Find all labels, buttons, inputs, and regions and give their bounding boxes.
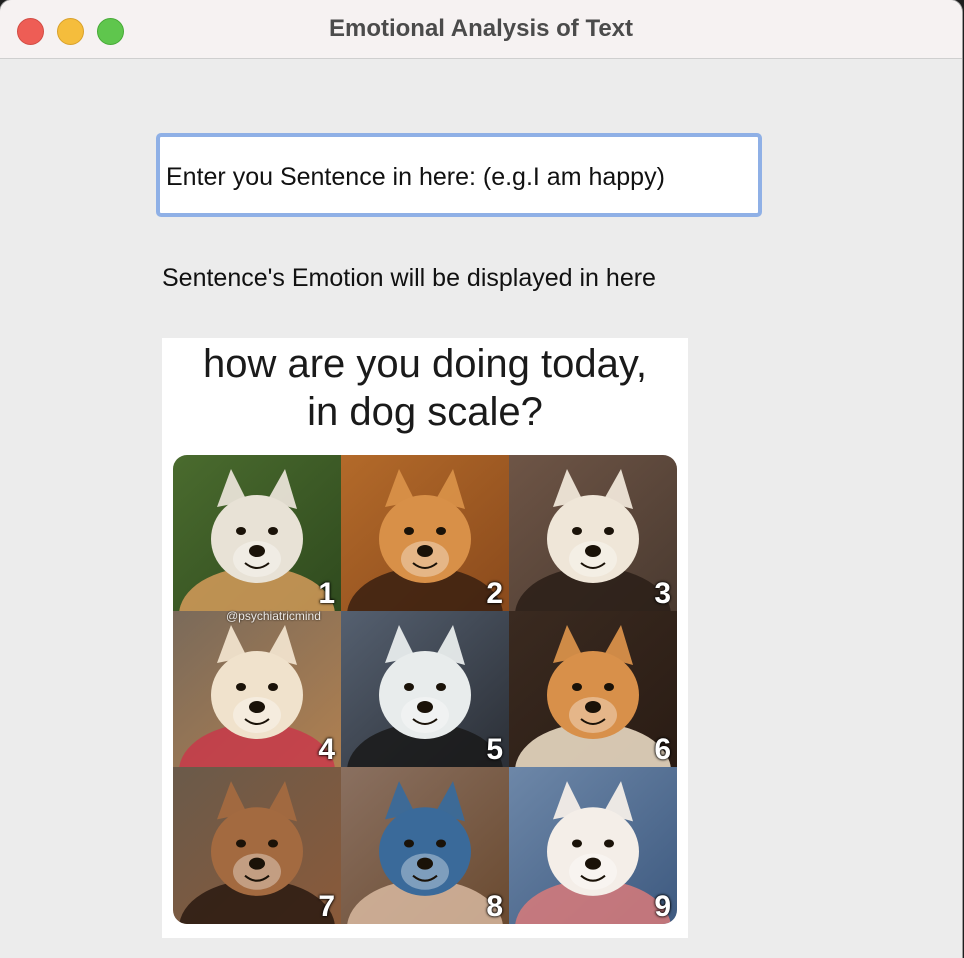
dog-photo [173, 611, 341, 767]
meme-title-line-2: in dog scale? [307, 390, 543, 434]
dog-photo-panel: 2 [341, 455, 509, 611]
dog-photo-panel: 4 [173, 611, 341, 767]
app-window: Emotional Analysis of Text Enter you Sen… [0, 0, 962, 958]
dog-photo-panel: 8 [341, 767, 509, 924]
dog-photo [509, 611, 677, 767]
dog-scale-meme-image: how are you doing today, in dog scale? 1… [162, 338, 688, 938]
dog-photo-panel: 1 [173, 455, 341, 611]
dog-photo [509, 455, 677, 611]
panel-number: 7 [318, 890, 335, 923]
dog-photo [341, 767, 509, 924]
dog-photo [173, 767, 341, 924]
panel-number: 3 [654, 577, 671, 610]
dog-photo-panel: 5 [341, 611, 509, 767]
meme-title: how are you doing today, in dog scale? [162, 340, 688, 436]
sentence-input[interactable] [160, 137, 758, 213]
panel-number: 1 [318, 577, 335, 610]
panel-number: 9 [654, 890, 671, 923]
dog-photo-panel: 7 [173, 767, 341, 924]
dog-photo-panel: 3 [509, 455, 677, 611]
dog-photo [341, 455, 509, 611]
dog-photo-grid: 1 2 3 4 5 6 7 8 9 [173, 455, 677, 924]
panel-number: 8 [486, 890, 503, 923]
meme-title-line-1: how are you doing today, [202, 342, 647, 386]
panel-number: 2 [486, 577, 503, 610]
sentence-input-frame[interactable]: Enter you Sentence in here: (e.g.I am ha… [156, 133, 762, 217]
dog-photo-panel: 6 [509, 611, 677, 767]
title-bar: Emotional Analysis of Text [0, 0, 962, 59]
window-title: Emotional Analysis of Text [328, 15, 634, 42]
panel-number: 5 [486, 733, 503, 766]
emotion-result-label: Sentence's Emotion will be displayed in … [162, 264, 656, 292]
dog-photo [341, 611, 509, 767]
dog-photo-panel: 9 [509, 767, 677, 924]
panel-number: 6 [654, 733, 671, 766]
dog-photo [509, 767, 677, 924]
dog-photo [173, 455, 341, 611]
meme-watermark: @psychiatricmind [226, 609, 321, 623]
panel-number: 4 [318, 733, 335, 766]
